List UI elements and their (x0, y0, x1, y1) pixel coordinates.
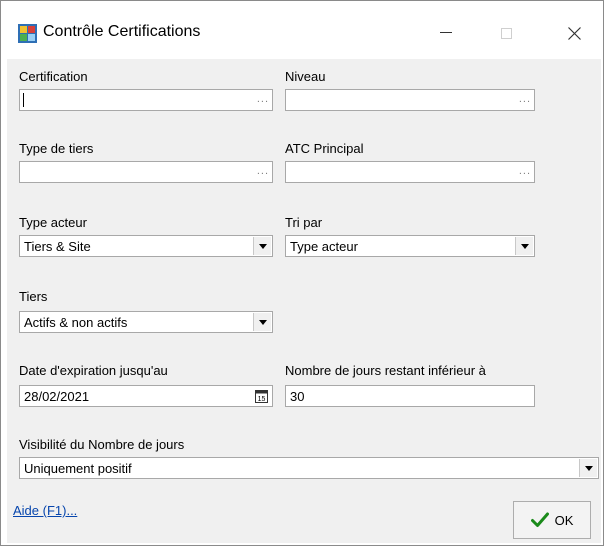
nb-jours-field[interactable]: 30 (285, 385, 535, 407)
atc-principal-browse-button[interactable]: ... (519, 165, 531, 177)
chevron-down-icon (258, 243, 267, 249)
tiers-label: Tiers (19, 289, 48, 304)
type-acteur-label: Type acteur (19, 215, 87, 230)
help-link[interactable]: Aide (F1)... (13, 503, 77, 518)
tri-par-dropdown-button[interactable] (515, 237, 533, 255)
maximize-icon (500, 27, 512, 39)
tri-par-label: Tri par (285, 215, 323, 230)
window-title: Contrôle Certifications (43, 23, 201, 40)
tri-par-select[interactable]: Type acteur (285, 235, 535, 257)
visibilite-select[interactable]: Uniquement positif (19, 457, 599, 479)
app-icon (18, 24, 37, 43)
type-acteur-dropdown-button[interactable] (253, 237, 271, 255)
title-bar[interactable]: Contrôle Certifications (1, 1, 603, 61)
chevron-down-icon (258, 319, 267, 325)
type-tiers-browse-button[interactable]: ... (257, 165, 269, 177)
certification-browse-button[interactable]: ... (257, 93, 269, 105)
type-acteur-value: Tiers & Site (24, 239, 91, 254)
type-tiers-field[interactable]: ... (19, 161, 273, 183)
type-acteur-select[interactable]: Tiers & Site (19, 235, 273, 257)
tiers-value: Actifs & non actifs (24, 315, 128, 330)
certification-label: Certification (19, 69, 88, 84)
nb-jours-label: Nombre de jours restant inférieur à (285, 363, 486, 378)
close-icon (567, 26, 581, 40)
svg-text:15: 15 (258, 396, 266, 403)
chevron-down-icon (520, 243, 529, 249)
tiers-select[interactable]: Actifs & non actifs (19, 311, 273, 333)
niveau-field[interactable]: ... (285, 89, 535, 111)
dialog-window: Contrôle Certifications Certification ..… (0, 0, 604, 546)
checkmark-icon (530, 512, 549, 527)
maximize-button[interactable] (483, 13, 529, 53)
calendar-icon[interactable]: 15 (255, 389, 268, 403)
tri-par-value: Type acteur (290, 239, 358, 254)
niveau-browse-button[interactable]: ... (519, 93, 531, 105)
visibilite-dropdown-button[interactable] (579, 459, 597, 477)
close-button[interactable] (551, 13, 597, 53)
ok-button[interactable]: OK (513, 501, 591, 539)
text-caret (23, 93, 24, 107)
minimize-icon (440, 32, 452, 33)
visibilite-value: Uniquement positif (24, 461, 132, 476)
atc-principal-label: ATC Principal (285, 141, 364, 156)
date-expiration-value: 28/02/2021 (24, 389, 90, 404)
tiers-dropdown-button[interactable] (253, 313, 271, 331)
ok-label: OK (554, 512, 574, 528)
date-expiration-field[interactable]: 28/02/2021 15 (19, 385, 273, 407)
niveau-label: Niveau (285, 69, 326, 84)
atc-principal-field[interactable]: ... (285, 161, 535, 183)
visibilite-label: Visibilité du Nombre de jours (19, 437, 185, 452)
certification-field[interactable]: ... (19, 89, 273, 111)
nb-jours-value: 30 (290, 389, 305, 404)
date-expiration-label: Date d'expiration jusqu'au (19, 363, 168, 378)
minimize-button[interactable] (423, 13, 469, 53)
dialog-body: Certification ... Niveau ... Type de tie… (7, 59, 601, 543)
chevron-down-icon (584, 465, 593, 471)
type-tiers-label: Type de tiers (19, 141, 94, 156)
